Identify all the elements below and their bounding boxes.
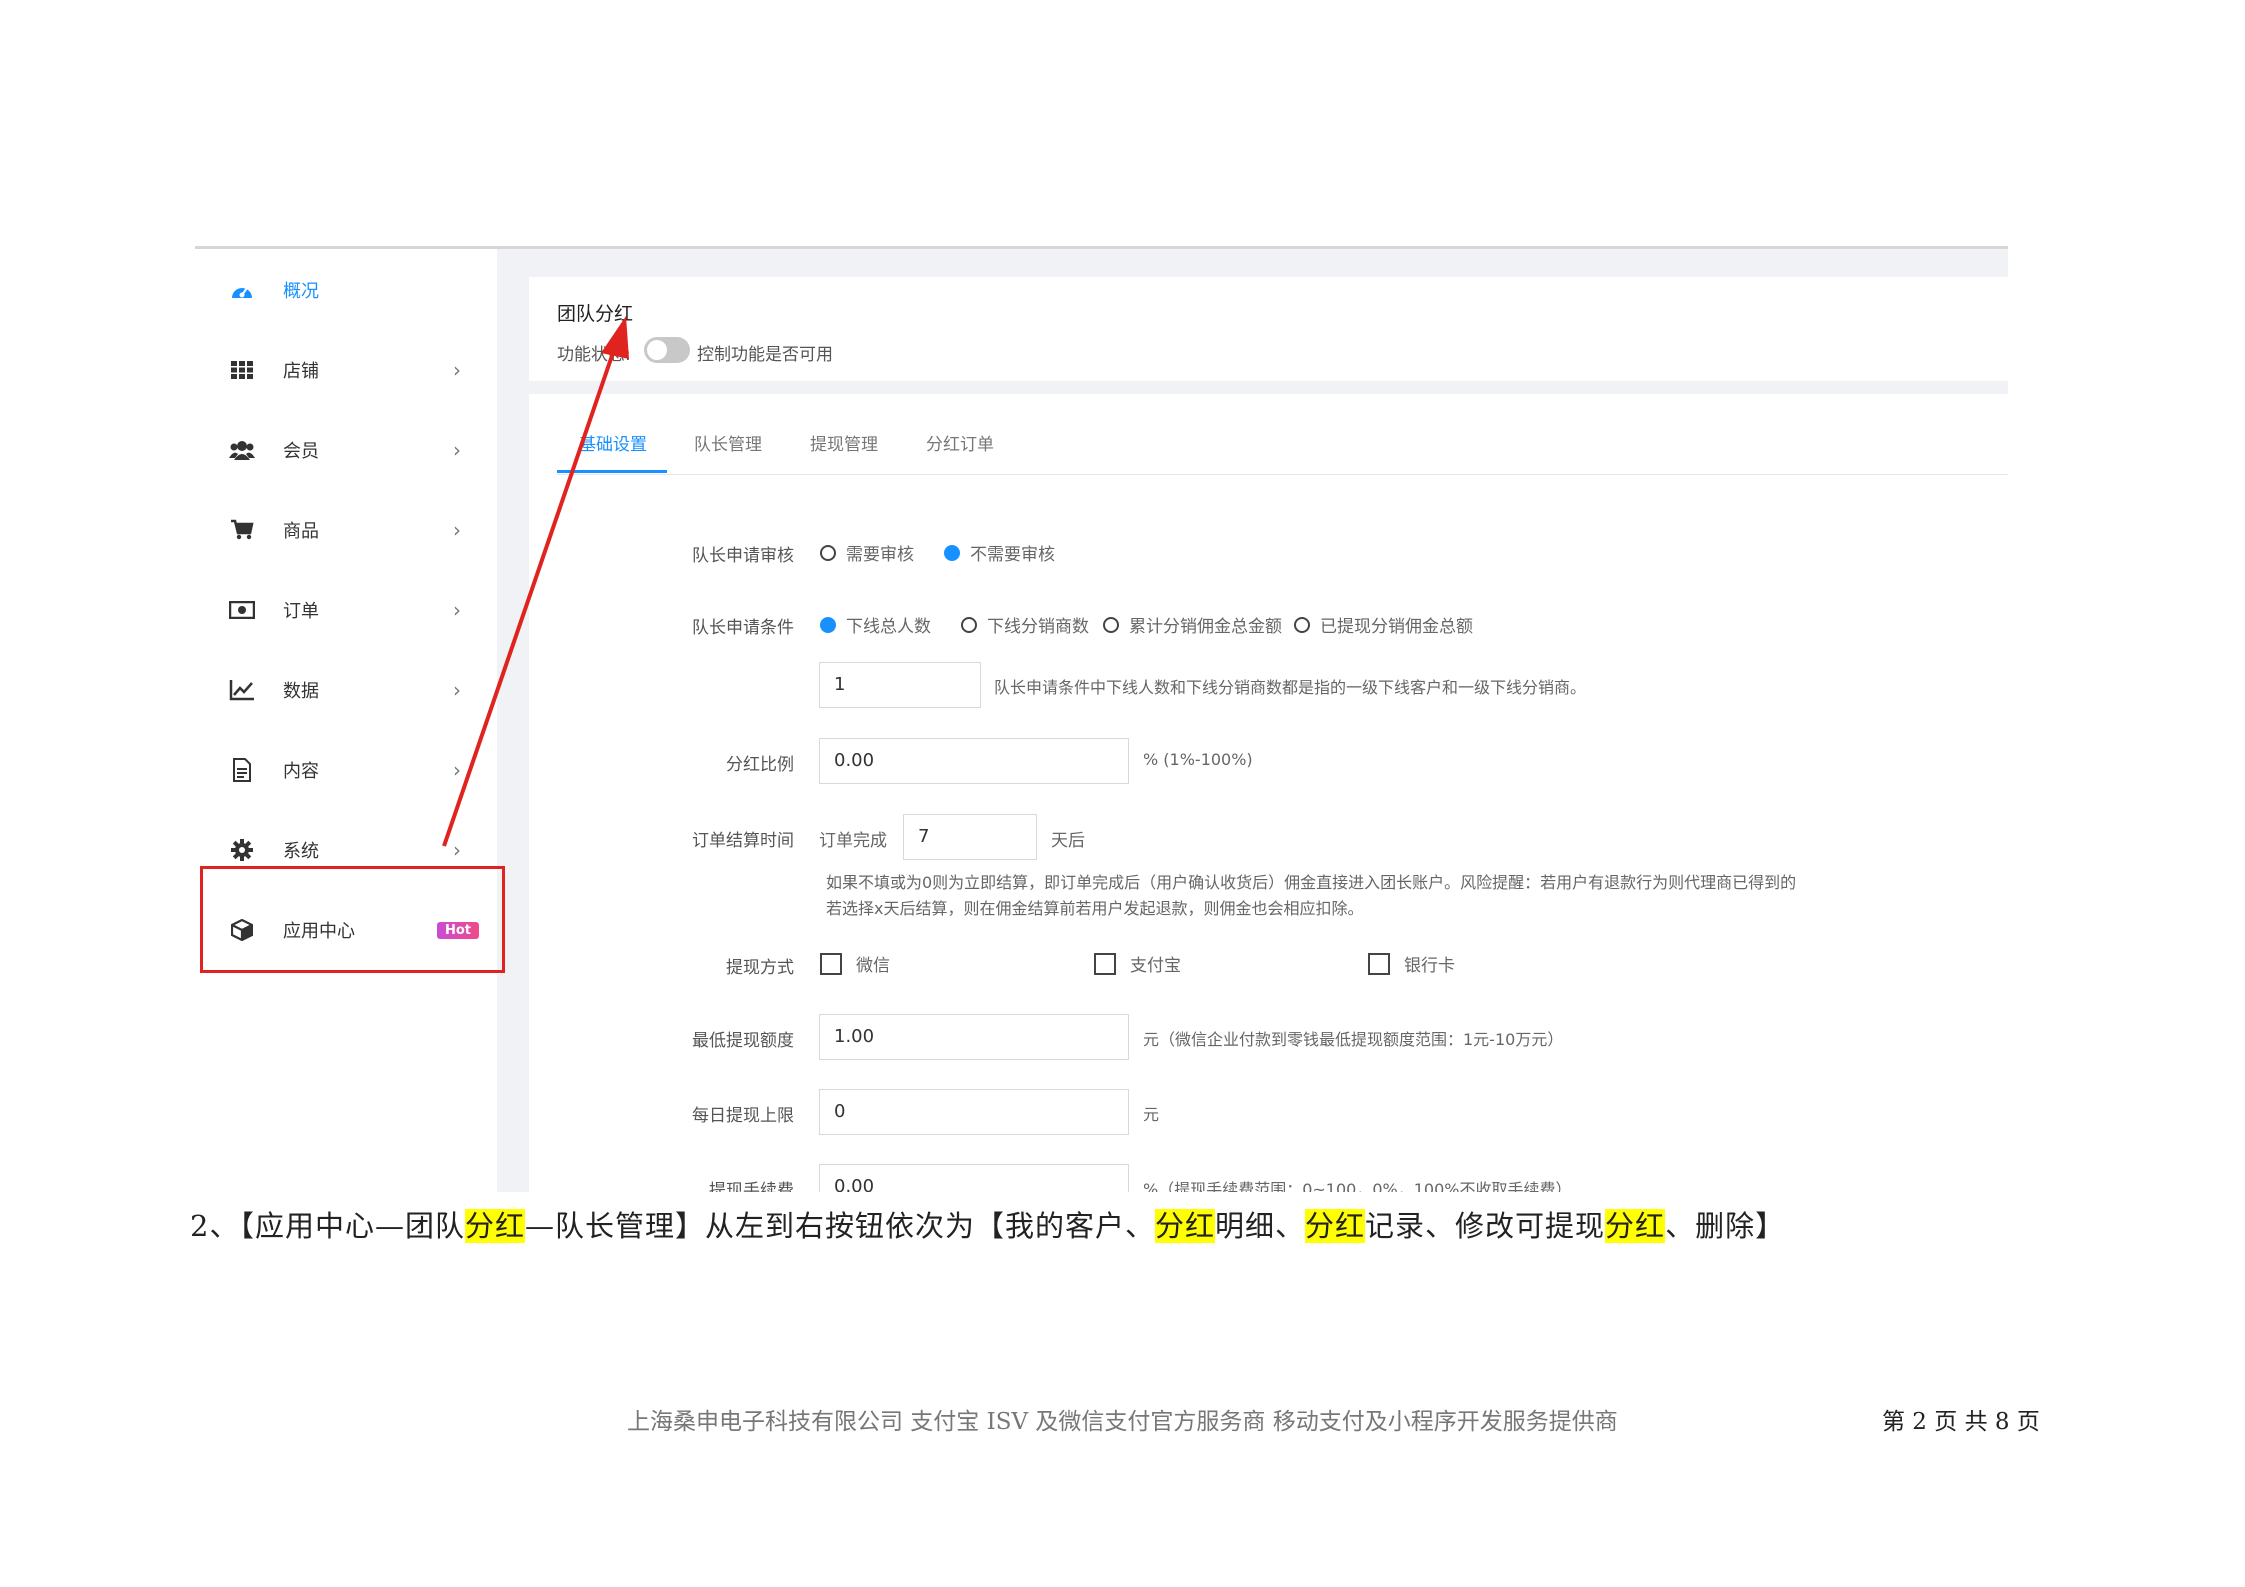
text-segment: —队长管理】从左到右按钮依次为【我的客户、 bbox=[524, 1209, 1155, 1243]
text-segment: 、删除】 bbox=[1665, 1209, 1786, 1243]
highlighted-keyword: 分红 bbox=[1605, 1209, 1666, 1243]
app-screenshot: 概况 店铺 › 会员 › 商品 › 订单 › 数据 › 内容 › 系统 › 应用… bbox=[195, 246, 2008, 1192]
text-segment: 记录、修改可提现 bbox=[1365, 1209, 1606, 1243]
page-number: 第 2 页 共 8 页 bbox=[1882, 1409, 2040, 1435]
highlighted-keyword: 分红 bbox=[1154, 1209, 1215, 1243]
annotation-arrow bbox=[442, 316, 629, 847]
highlighted-keyword: 分红 bbox=[1305, 1209, 1366, 1243]
page-footer: 上海桑申电子科技有限公司 支付宝 ISV 及微信支付官方服务商 移动支付及小程序… bbox=[627, 1409, 1618, 1435]
text-segment: 明细、 bbox=[1215, 1209, 1306, 1243]
document-paragraph: 2、【应用中心—团队分红—队长管理】从左到右按钮依次为【我的客户、分红明细、分红… bbox=[190, 1203, 1785, 1245]
highlighted-keyword: 分红 bbox=[464, 1209, 525, 1243]
text-segment: 2、【应用中心—团队 bbox=[190, 1209, 465, 1243]
